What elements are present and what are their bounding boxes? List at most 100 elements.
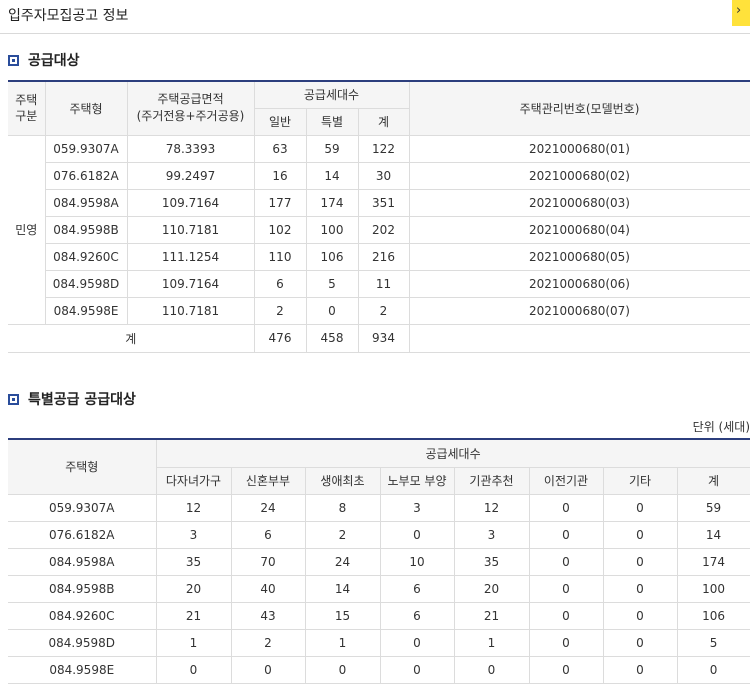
unit-label: 단위 (세대) xyxy=(692,420,750,434)
value-cell: 0 xyxy=(528,574,604,603)
value-cell: 0 xyxy=(602,520,678,549)
area-cell: 111.1254 xyxy=(126,242,255,271)
special-cell: 0 xyxy=(305,296,359,325)
header-relocated-org: 이전기관 xyxy=(528,466,604,495)
total-cell: 202 xyxy=(357,215,410,244)
total-cell: 351 xyxy=(357,188,410,217)
value-cell: 0 xyxy=(528,493,604,522)
type-cell: 076.6182A xyxy=(45,161,128,190)
section-title-text: 공급대상 xyxy=(28,53,80,69)
general-cell: 110 xyxy=(253,242,307,271)
value-cell: 0 xyxy=(528,520,604,549)
type-cell: 076.6182A xyxy=(8,520,157,549)
model-cell: 2021000680(07) xyxy=(408,296,750,325)
header-special: 특별 xyxy=(305,107,359,136)
type-cell: 084.9598D xyxy=(8,628,157,657)
page-title: 입주자모집공고 정보 xyxy=(8,8,129,24)
sum-special: 458 xyxy=(305,323,359,353)
area-cell: 109.7164 xyxy=(126,188,255,217)
top-bar: 입주자모집공고 정보 › xyxy=(0,0,750,34)
header-total: 계 xyxy=(676,466,750,495)
value-cell: 1 xyxy=(453,628,530,657)
model-cell: 2021000680(03) xyxy=(408,188,750,217)
chevron-icon: › xyxy=(736,3,742,18)
total-cell: 14 xyxy=(676,520,750,549)
value-cell: 0 xyxy=(602,655,678,684)
value-cell: 0 xyxy=(230,655,306,684)
type-cell: 084.9598B xyxy=(45,215,128,244)
general-cell: 6 xyxy=(253,269,307,298)
header-area-main: 주택공급면적 xyxy=(157,92,224,107)
table-row: 민영 059.9307A 78.3393 63 59 122 202100068… xyxy=(8,134,750,325)
model-cell: 2021000680(04) xyxy=(408,215,750,244)
value-cell: 2 xyxy=(230,628,306,657)
header-elderly-parent: 노부모 부양 xyxy=(379,466,455,495)
value-cell: 0 xyxy=(602,628,678,657)
sum-row: 계 476 458 934 xyxy=(8,323,750,353)
total-cell: 216 xyxy=(357,242,410,271)
type-cell: 084.9598E xyxy=(8,655,157,684)
value-cell: 0 xyxy=(602,574,678,603)
header-total: 계 xyxy=(357,107,410,136)
sum-total: 934 xyxy=(357,323,410,353)
value-cell: 0 xyxy=(379,520,455,549)
value-cell: 1 xyxy=(304,628,381,657)
square-bullet-icon xyxy=(8,393,19,405)
area-cell: 109.7164 xyxy=(126,269,255,298)
table-row: 059.9307A 12 24 8 3 12 0 0 59 xyxy=(8,493,750,522)
header-type: 주택형 xyxy=(44,80,128,136)
type-cell: 059.9307A xyxy=(44,134,128,163)
corner-button[interactable]: › xyxy=(732,0,750,26)
value-cell: 0 xyxy=(528,628,604,657)
supply-table: 주택 구분 주택형 주택공급면적 (주거전용+주거공용) 공급세대수 주택관리번… xyxy=(8,80,750,353)
header-newlywed: 신혼부부 xyxy=(230,466,306,495)
table-row: 084.9260C 111.1254 110 106 216 202100068… xyxy=(8,242,750,271)
total-cell: 59 xyxy=(676,493,750,522)
table-row: 084.9598D 1 2 1 0 1 0 0 5 xyxy=(8,628,750,657)
value-cell: 1 xyxy=(155,628,232,657)
table-row: 084.9598B 110.7181 102 100 202 202100068… xyxy=(8,215,750,244)
total-cell: 2 xyxy=(357,296,410,325)
type-cell: 084.9260C xyxy=(45,242,128,271)
total-cell: 30 xyxy=(357,161,410,190)
header-institution: 기관추천 xyxy=(453,466,530,495)
model-cell: 2021000680(06) xyxy=(408,269,750,298)
value-cell: 20 xyxy=(155,574,232,603)
value-cell: 2 xyxy=(304,520,381,549)
value-cell: 12 xyxy=(453,493,530,522)
value-cell: 35 xyxy=(453,547,530,576)
value-cell: 12 xyxy=(155,493,232,522)
header-general: 일반 xyxy=(254,107,307,136)
header-multi-child: 다자녀가구 xyxy=(156,466,232,495)
value-cell: 0 xyxy=(155,655,232,684)
total-cell: 0 xyxy=(676,655,750,684)
type-cell: 084.9598A xyxy=(8,547,157,576)
value-cell: 6 xyxy=(379,574,455,603)
special-cell: 5 xyxy=(305,269,359,298)
value-cell: 21 xyxy=(155,601,232,630)
value-cell: 21 xyxy=(453,601,530,630)
value-cell: 0 xyxy=(379,628,455,657)
value-cell: 70 xyxy=(230,547,306,576)
special-supply-table: 주택형 공급세대수 다자녀가구 신혼부부 생애최초 노부모 부양 기관추천 이전… xyxy=(8,438,750,684)
type-cell: 084.9598E xyxy=(45,296,128,325)
area-cell: 78.3393 xyxy=(126,134,255,163)
sum-model-empty xyxy=(408,323,750,353)
value-cell: 0 xyxy=(453,655,530,684)
header-kind-line2: 구분 xyxy=(15,109,38,124)
value-cell: 6 xyxy=(230,520,306,549)
special-cell: 106 xyxy=(305,242,359,271)
type-cell: 084.9260C xyxy=(8,601,157,630)
general-cell: 177 xyxy=(253,188,307,217)
value-cell: 40 xyxy=(230,574,306,603)
value-cell: 20 xyxy=(453,574,530,603)
general-cell: 2 xyxy=(253,296,307,325)
special-cell: 174 xyxy=(305,188,359,217)
general-cell: 16 xyxy=(253,161,307,190)
header-units: 공급세대수 xyxy=(253,80,410,109)
section-title-supply: 공급대상 xyxy=(8,50,80,70)
model-cell: 2021000680(02) xyxy=(408,161,750,190)
type-cell: 059.9307A xyxy=(8,493,157,522)
table-row: 076.6182A 3 6 2 0 3 0 0 14 xyxy=(8,520,750,549)
value-cell: 35 xyxy=(155,547,232,576)
